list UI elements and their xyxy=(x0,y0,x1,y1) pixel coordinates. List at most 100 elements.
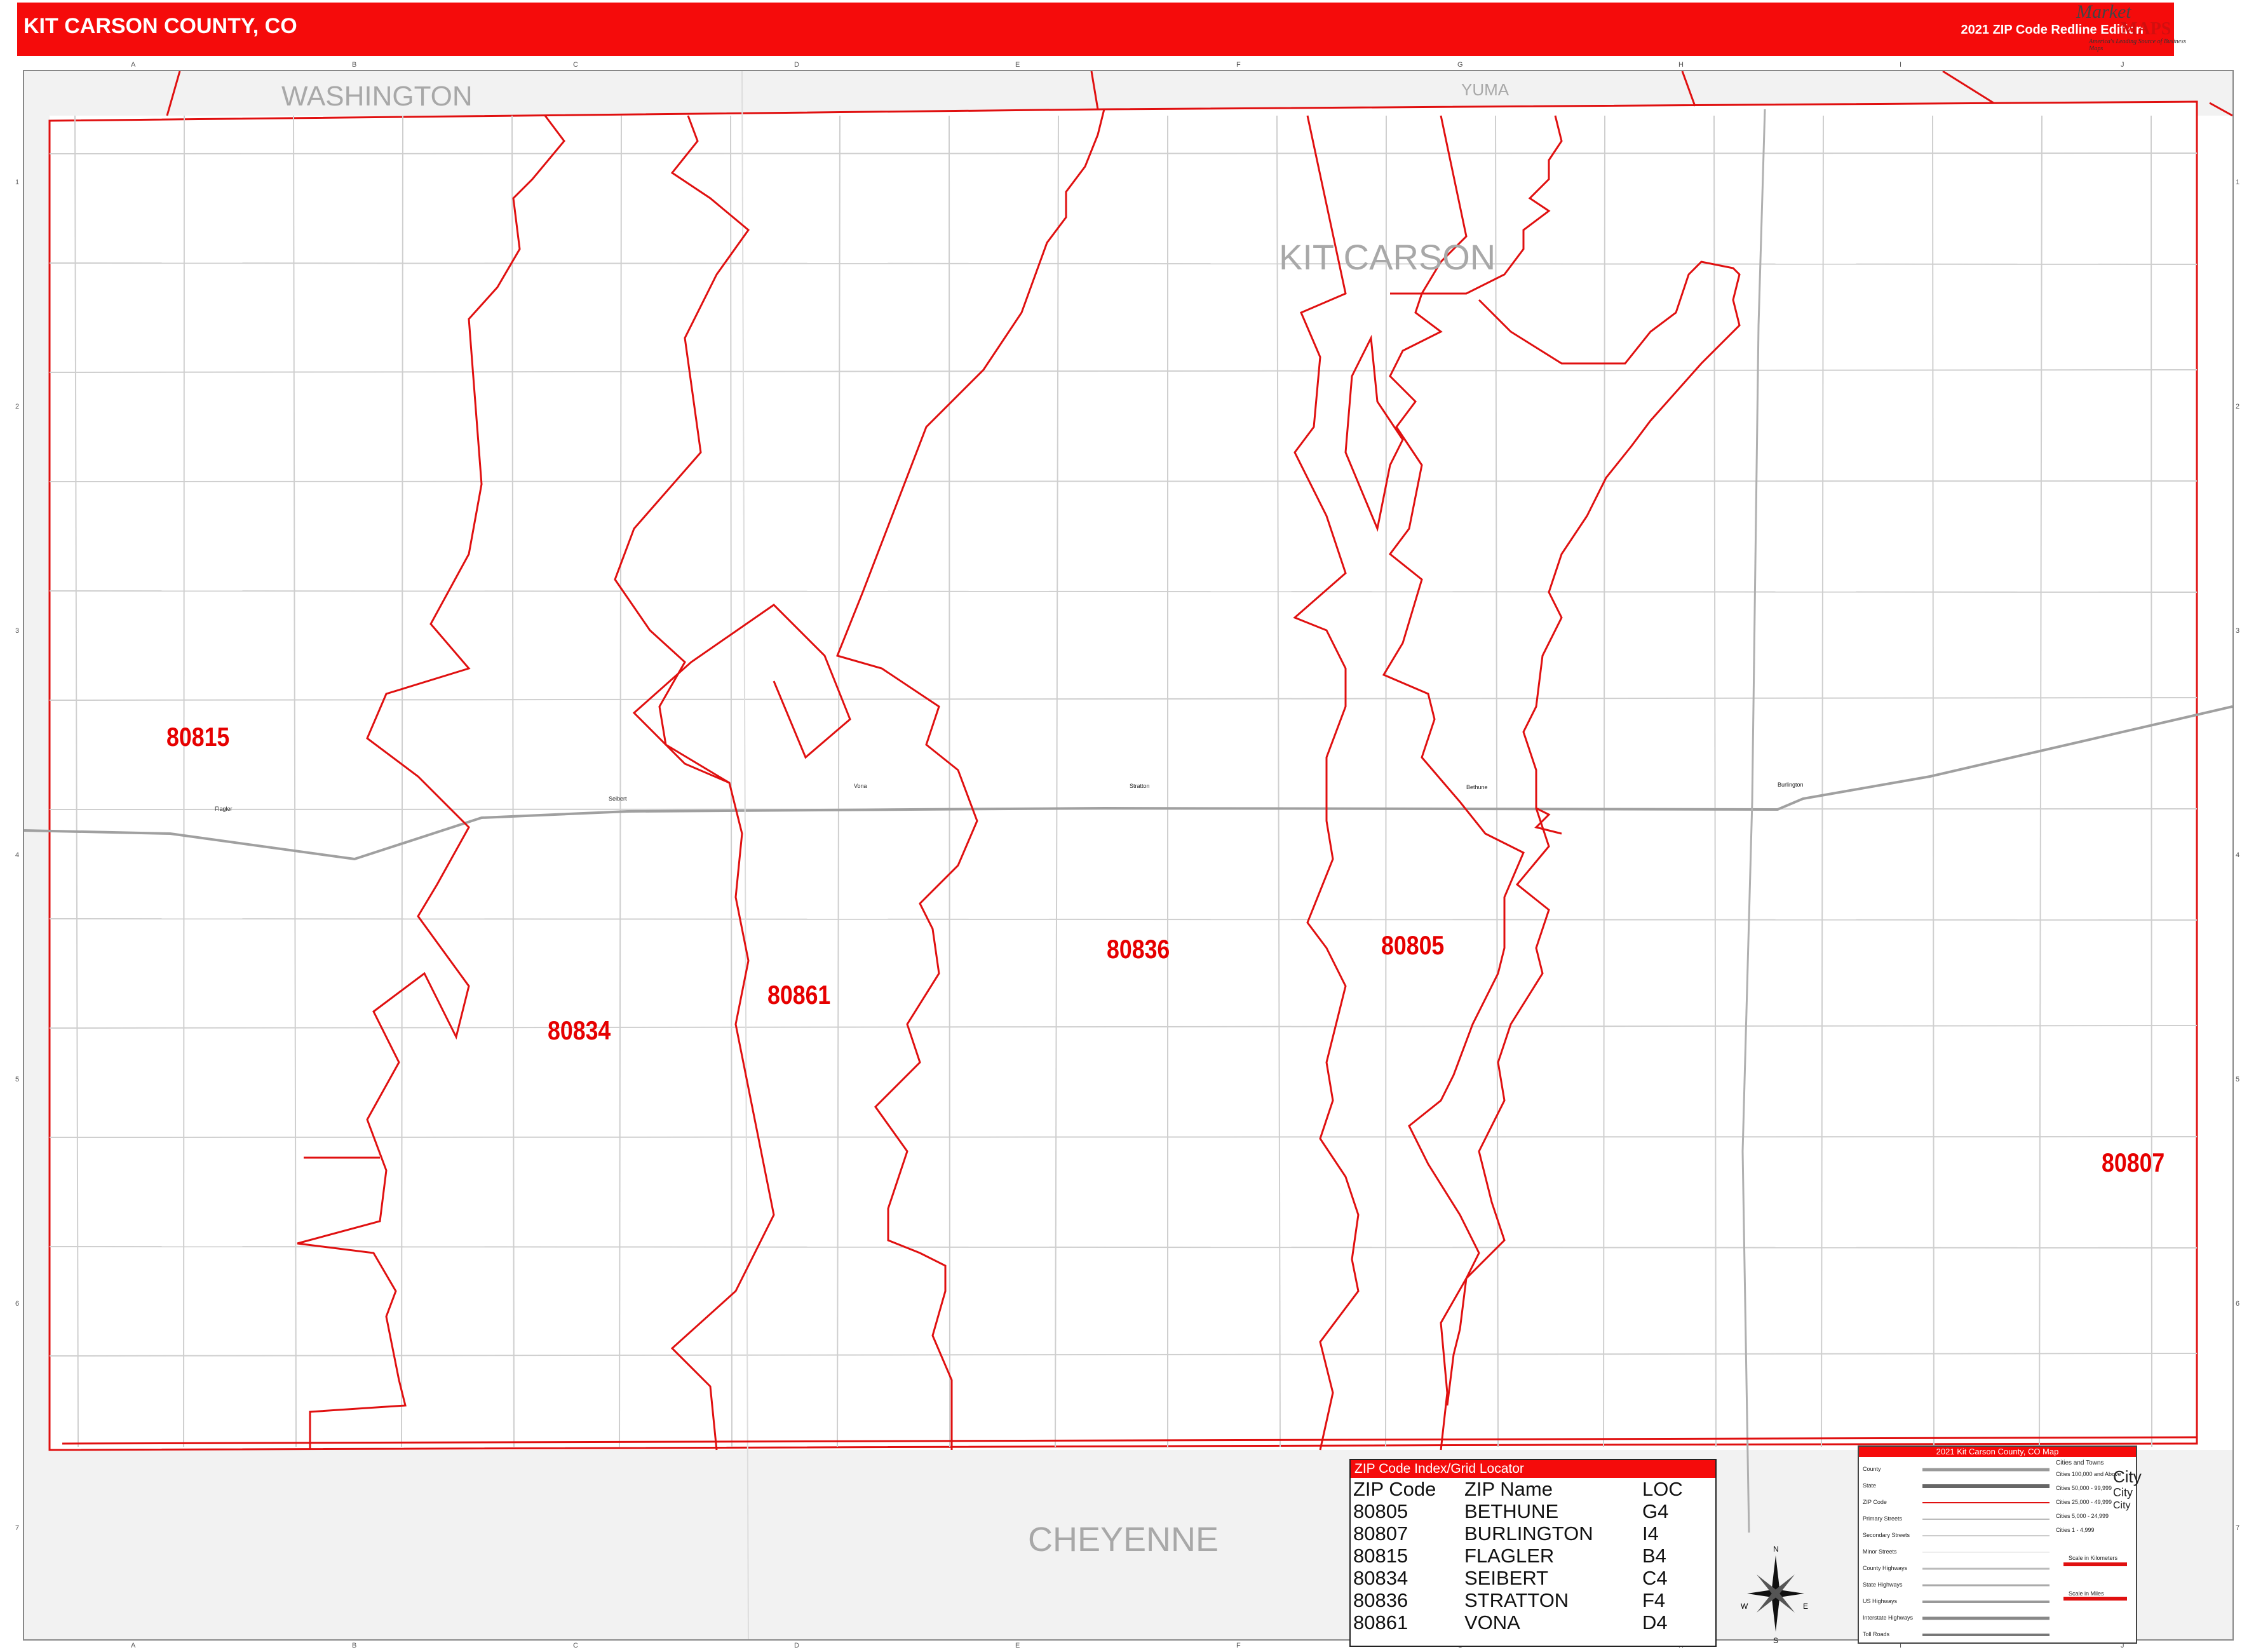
cell-name: BETHUNE xyxy=(1464,1500,1559,1522)
legend-city-sample: City xyxy=(2113,1500,2131,1511)
market-maps-logo: Market MAPS America's Leading Source of … xyxy=(2070,1,2197,56)
grid-col-label: A xyxy=(131,1642,136,1649)
grid-row-label: 3 xyxy=(15,626,20,635)
grid-col-label: C xyxy=(573,61,578,69)
grid-col-label: H xyxy=(1678,61,1684,69)
col-loc: LOC xyxy=(1642,1478,1683,1500)
region-washington: WASHINGTON xyxy=(281,81,473,112)
grid-col-label: C xyxy=(573,1642,578,1649)
col-zip-code: ZIP Code xyxy=(1353,1478,1436,1500)
cell-zip: 80861 xyxy=(1353,1611,1408,1634)
cell-name: BURLINGTON xyxy=(1464,1522,1593,1545)
legend-item: State xyxy=(1863,1482,1877,1489)
region-cheyenne: CHEYENNE xyxy=(1028,1520,1219,1559)
legend-item: County Highways xyxy=(1863,1565,1908,1571)
cell-zip: 80815 xyxy=(1353,1545,1408,1567)
zip-label-80861[interactable]: 80861 xyxy=(767,980,830,1010)
zip-index-title: ZIP Code Index/Grid Locator xyxy=(1351,1460,1715,1478)
header-bar: KIT CARSON COUNTY, CO 2021 ZIP Code Redl… xyxy=(17,3,2174,56)
grid-col-label: I xyxy=(1900,61,1902,69)
grid-col-label: E xyxy=(1015,1642,1020,1649)
town-vona[interactable]: Vona xyxy=(854,783,867,789)
region-yuma: YUMA xyxy=(1461,80,1509,99)
legend-city: Cities 50,000 - 99,999 xyxy=(2056,1485,2112,1491)
legend-item: Minor Streets xyxy=(1863,1548,1897,1555)
grid-col-label: A xyxy=(131,61,136,69)
table-row[interactable]: 80807 BURLINGTON I4 xyxy=(1353,1522,1683,1545)
grid-row-label: 1 xyxy=(2236,178,2240,186)
zip-index-grid: ZIP Code ZIP Name LOC 80805 BETHUNE G4 808… xyxy=(1353,1478,1683,1634)
compass-s: S xyxy=(1773,1636,1778,1644)
table-row[interactable]: 80815 FLAGLER B4 xyxy=(1353,1545,1683,1567)
table-row[interactable]: 80805 BETHUNE G4 xyxy=(1353,1500,1683,1522)
cell-loc: I4 xyxy=(1642,1522,1659,1545)
town-flagler[interactable]: Flagler xyxy=(215,806,233,812)
compass-e: E xyxy=(1803,1602,1808,1611)
compass-n: N xyxy=(1773,1545,1779,1554)
compass-w: W xyxy=(1741,1602,1748,1611)
cell-name: VONA xyxy=(1464,1611,1520,1634)
cell-loc: D4 xyxy=(1642,1611,1668,1634)
scale-bars xyxy=(2063,1562,2127,1601)
zip-label-80815[interactable]: 80815 xyxy=(166,722,229,752)
table-row[interactable]: 80861 VONA D4 xyxy=(1353,1611,1683,1634)
zip-index-table: ZIP Code Index/Grid Locator ZIP Code ZIP… xyxy=(1349,1459,1717,1647)
legend-item: ZIP Code xyxy=(1863,1499,1887,1505)
zip-label-80805[interactable]: 80805 xyxy=(1381,930,1444,961)
legend-city-sample: City xyxy=(2113,1486,2133,1499)
cell-zip: 80807 xyxy=(1353,1522,1408,1545)
legend-city: Cities 100,000 and Above xyxy=(2056,1471,2121,1477)
legend-scale-km: Scale in Kilometers xyxy=(2069,1555,2118,1561)
legend-item: US Highways xyxy=(1863,1598,1898,1604)
map-frame[interactable]: WASHINGTON YUMA KIT CARSON CHEYENNE 8081… xyxy=(23,70,2234,1641)
logo-maps: MAPS xyxy=(2121,19,2171,39)
cell-name: FLAGLER xyxy=(1464,1545,1555,1567)
grid-col-label: D xyxy=(794,1642,799,1649)
table-row[interactable]: 80836 STRATTON F4 xyxy=(1353,1589,1683,1611)
town-seibert[interactable]: Seibert xyxy=(609,796,627,802)
grid-col-label: J xyxy=(2121,61,2124,69)
grid-col-label: B xyxy=(352,61,357,69)
town-burlington[interactable]: Burlington xyxy=(1778,782,1804,788)
grid-row-label: 4 xyxy=(15,851,20,859)
cell-zip: 80805 xyxy=(1353,1500,1408,1522)
legend-item: Interstate Highways xyxy=(1863,1615,1914,1621)
cell-loc: C4 xyxy=(1642,1567,1668,1589)
compass-rose-icon: N S E W xyxy=(1741,1545,1808,1644)
cell-loc: F4 xyxy=(1642,1589,1666,1611)
zip-label-80807[interactable]: 80807 xyxy=(2102,1148,2164,1178)
region-kit-carson: KIT CARSON xyxy=(1279,237,1496,277)
legend-item: Primary Streets xyxy=(1863,1515,1903,1522)
map-canvas[interactable] xyxy=(24,71,2232,1639)
legend-cities-title: Cities and Towns xyxy=(2056,1459,2104,1466)
zip-label-80836[interactable]: 80836 xyxy=(1107,934,1170,965)
legend-city-sample: City xyxy=(2113,1467,2142,1486)
grid-col-label: F xyxy=(1236,61,1241,69)
logo-tagline: America's Leading Source of Business Map… xyxy=(2089,38,2186,52)
cell-name: STRATTON xyxy=(1464,1589,1569,1611)
grid-col-label: F xyxy=(1236,1642,1241,1649)
table-row[interactable]: 80834 SEIBERT C4 xyxy=(1353,1567,1683,1589)
col-zip-name: ZIP Name xyxy=(1464,1478,1553,1500)
grid-row-label: 2 xyxy=(2236,402,2240,410)
grid-col-label: B xyxy=(352,1642,357,1649)
grid-row-label: 2 xyxy=(15,402,20,410)
legend-item: Secondary Streets xyxy=(1863,1532,1910,1538)
grid-row-label: 3 xyxy=(2236,626,2240,635)
legend-item: Toll Roads xyxy=(1863,1631,1890,1637)
legend-swatches xyxy=(1922,1468,2050,1636)
cell-loc: B4 xyxy=(1642,1545,1666,1567)
map-legend: 2021 Kit Carson County, CO Map County St… xyxy=(1858,1446,2142,1644)
cell-name: SEIBERT xyxy=(1464,1567,1549,1589)
cell-zip: 80834 xyxy=(1353,1567,1408,1589)
cell-loc: G4 xyxy=(1642,1500,1669,1522)
zip-index-header-row: ZIP Code ZIP Name LOC xyxy=(1353,1478,1683,1500)
legend-city: Cities 5,000 - 24,999 xyxy=(2056,1513,2109,1519)
zip-label-80834[interactable]: 80834 xyxy=(548,1015,611,1046)
grid-row-label: 6 xyxy=(2236,1300,2240,1308)
grid-col-label: D xyxy=(794,61,799,69)
town-stratton[interactable]: Stratton xyxy=(1130,783,1150,789)
town-bethune[interactable]: Bethune xyxy=(1466,784,1488,790)
grid-row-label: 5 xyxy=(2236,1076,2240,1084)
grid-row-label: 1 xyxy=(15,178,20,186)
